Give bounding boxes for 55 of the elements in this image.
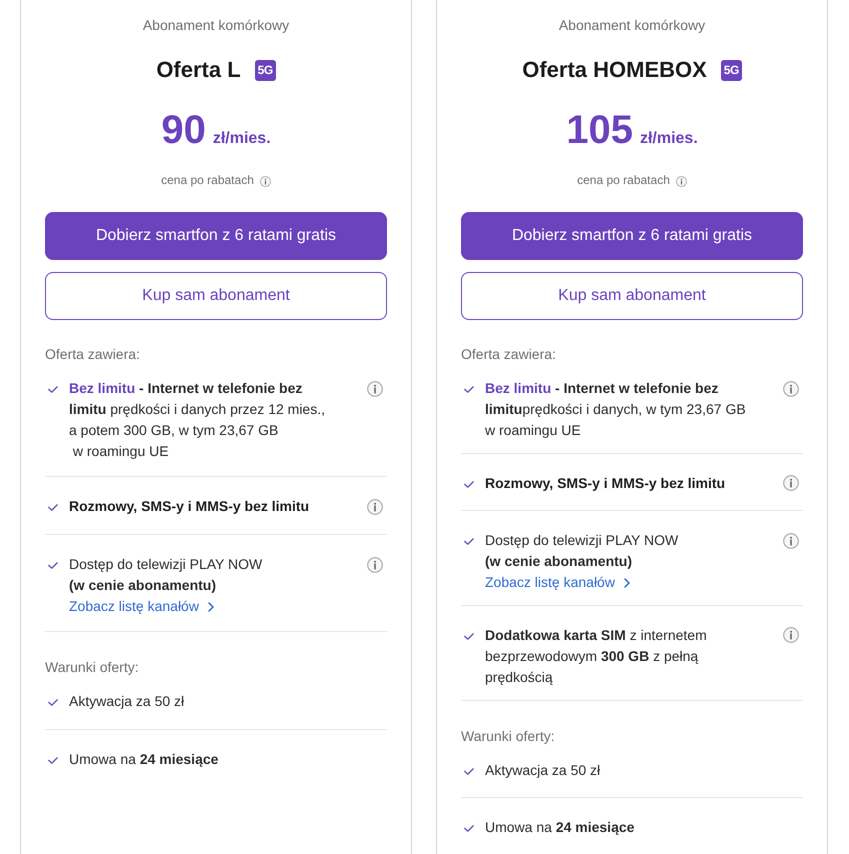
section-heading: Warunki oferty:	[45, 658, 140, 677]
info-icon	[783, 627, 799, 644]
check-icon	[464, 824, 474, 832]
plan-title: Oferta L	[156, 56, 241, 84]
check-icon	[464, 386, 474, 393]
check-icon	[48, 504, 58, 511]
price-note: cena po rabatach	[161, 172, 254, 188]
outline-button[interactable]: Kup sam abonament	[45, 272, 387, 320]
outline-button[interactable]: Kup sam abonament	[461, 272, 803, 320]
feature-text: Bez limitu - Internet w telefonie bez limitu prędkości i danych przez 12 mies., a potem 300 GB, w tym 23,67 GB w roamingu UE	[69, 379, 326, 461]
feature-text: Dostęp do telewizji PLAY NOW (w cenie abonamentu)	[485, 531, 678, 571]
feature-text: Aktywacja za 50 zł	[69, 692, 184, 711]
feature-text: Dostęp do telewizji PLAY NOW (w cenie abonamentu)	[69, 555, 262, 595]
info-icon	[783, 380, 799, 396]
check-icon	[48, 562, 58, 569]
plan-title: Oferta HOMEBOX	[522, 56, 707, 84]
channel-list-link[interactable]: Zobacz listę kanałów	[485, 572, 630, 593]
network-badge: 5G	[720, 60, 742, 80]
feature-text: Dodatkowa karta SIM z internetem bezprzewodowym 300 GB z pełną prędkością	[485, 626, 708, 687]
info-icon	[260, 176, 271, 186]
channel-list-link[interactable]: Zobacz listę kanałów	[69, 596, 214, 617]
primary-button[interactable]: Dobierz smartfon z 6 ratami gratis	[461, 212, 803, 260]
section-heading: Warunki oferty:	[461, 726, 556, 746]
plan-category: Abonament komórkowy	[142, 16, 290, 35]
feature-text: Rozmowy, SMS-y i MMS-y bez limitu	[69, 497, 310, 516]
info-icon	[783, 475, 799, 492]
price-amount: 90	[161, 107, 206, 154]
info-icon	[676, 176, 687, 186]
chevron-right-icon	[208, 602, 214, 612]
feature-text: Rozmowy, SMS-y i MMS-y bez limitu	[485, 474, 726, 493]
feature-text: Umowa na 24 miesiące	[69, 750, 218, 769]
feature-text: Bez limitu - Internet w telefonie bez limituprędkości i danych, w tym 23,67 GB w roamingu UE	[485, 379, 747, 440]
price-note: cena po rabatach	[577, 172, 670, 188]
section-heading: Oferta zawiera:	[45, 345, 141, 364]
check-icon	[464, 768, 474, 775]
plan-category: Abonament komórkowy	[558, 16, 706, 35]
info-icon	[367, 556, 383, 572]
feature-text: Aktywacja za 50 zł	[485, 760, 600, 780]
chevron-right-icon	[624, 578, 630, 588]
info-icon	[367, 498, 383, 514]
check-icon	[48, 757, 58, 764]
info-icon	[367, 380, 383, 396]
price-unit: zł/mies.	[212, 129, 271, 149]
check-icon	[48, 386, 58, 393]
check-icon	[48, 699, 58, 706]
info-icon	[783, 532, 799, 548]
check-icon	[464, 632, 474, 640]
price-unit: zł/mies.	[640, 129, 698, 149]
primary-button[interactable]: Dobierz smartfon z 6 ratami gratis	[45, 212, 387, 260]
check-icon	[464, 480, 474, 488]
check-icon	[464, 538, 474, 545]
feature-text: Umowa na 24 miesiące	[485, 818, 634, 837]
price-amount: 105	[566, 107, 633, 154]
section-heading: Oferta zawiera:	[461, 345, 557, 364]
network-badge: 5G	[254, 60, 276, 80]
